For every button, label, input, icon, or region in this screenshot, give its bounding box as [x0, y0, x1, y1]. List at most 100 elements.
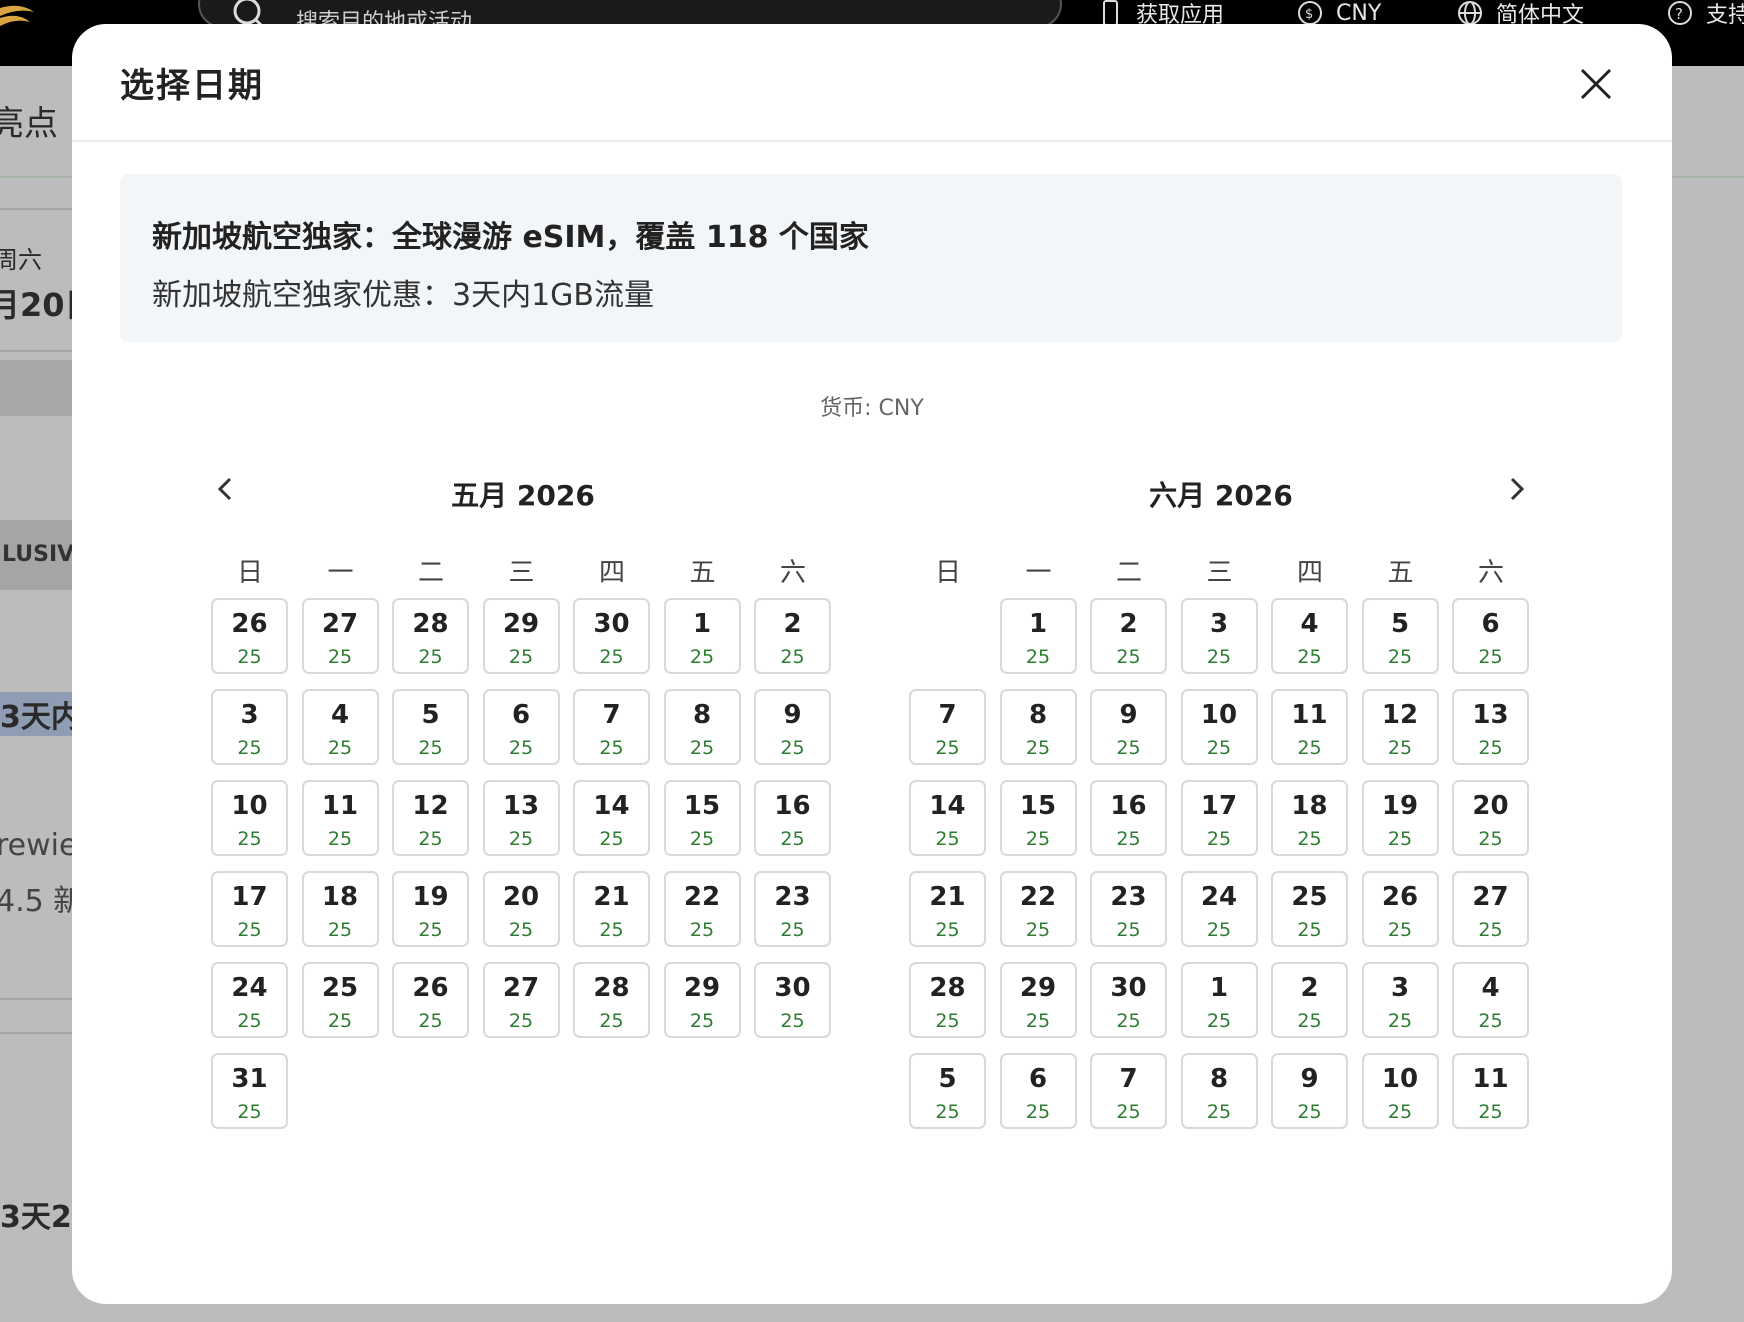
date-cell[interactable]: 18 25	[1271, 780, 1348, 856]
date-price: 25	[1025, 828, 1051, 850]
date-cell[interactable]: 29 25	[663, 962, 741, 1038]
date-price: 25	[1478, 919, 1503, 941]
date-cell[interactable]: 8 25	[663, 689, 741, 765]
date-price: 25	[689, 919, 715, 941]
date-cell[interactable]: 11 25	[1452, 1053, 1529, 1129]
date-cell[interactable]: 13 25	[482, 780, 560, 856]
date-cell[interactable]: 6 25	[999, 1053, 1077, 1129]
date-cell[interactable]: 22 25	[663, 871, 741, 947]
date-cell[interactable]: 20 25	[482, 871, 560, 947]
date-cell[interactable]: 28 25	[909, 962, 986, 1038]
date-cell[interactable]: 29 25	[999, 962, 1077, 1038]
date-number: 27	[502, 973, 540, 1003]
prev-month-chevron-left-icon[interactable]	[208, 472, 242, 506]
date-cell[interactable]: 5 25	[1361, 598, 1439, 674]
date-cell[interactable]: 11 25	[301, 780, 379, 856]
support-link[interactable]: ? 支持	[1666, 0, 1744, 28]
date-cell[interactable]: 12 25	[1361, 689, 1439, 765]
date-price: 25	[237, 737, 262, 759]
date-cell[interactable]: 7 25	[1090, 1053, 1167, 1129]
date-cell[interactable]: 25 25	[301, 962, 379, 1038]
date-cell[interactable]: 23 25	[754, 871, 831, 947]
date-cell[interactable]: 7 25	[573, 689, 650, 765]
bg-plan-title: 3天2	[0, 1200, 72, 1235]
date-cell[interactable]: 4 25	[1271, 598, 1348, 674]
date-cell[interactable]: 4 25	[1452, 962, 1529, 1038]
date-cell[interactable]: 30 25	[754, 962, 831, 1038]
date-price: 25	[1206, 646, 1232, 668]
date-cell[interactable]: 14 25	[573, 780, 650, 856]
date-cell[interactable]: 13 25	[1452, 689, 1529, 765]
date-cell[interactable]: 26 25	[211, 598, 288, 674]
date-price: 25	[508, 737, 534, 759]
date-cell[interactable]: 1 25	[999, 598, 1077, 674]
date-cell[interactable]: 27 25	[301, 598, 379, 674]
date-cell[interactable]: 29 25	[482, 598, 560, 674]
date-number: 1	[692, 609, 712, 639]
date-cell[interactable]: 18 25	[301, 871, 379, 947]
date-cell[interactable]: 24 25	[211, 962, 288, 1038]
date-cell[interactable]: 1 25	[663, 598, 741, 674]
date-cell[interactable]: 2 25	[1271, 962, 1348, 1038]
date-cell[interactable]: 23 25	[1090, 871, 1167, 947]
date-cell[interactable]: 30 25	[1090, 962, 1167, 1038]
date-cell[interactable]: 8 25	[1180, 1053, 1258, 1129]
date-cell[interactable]: 26 25	[392, 962, 469, 1038]
date-cell[interactable]: 14 25	[909, 780, 986, 856]
date-cell[interactable]: 25 25	[1271, 871, 1348, 947]
date-cell[interactable]: 2 25	[754, 598, 831, 674]
date-price: 25	[1025, 737, 1051, 759]
date-cell[interactable]: 27 25	[1452, 871, 1529, 947]
date-price: 25	[1478, 1010, 1503, 1032]
date-cell[interactable]: 24 25	[1180, 871, 1258, 947]
date-cell[interactable]: 10 25	[1180, 689, 1258, 765]
bg-plan-title: 3天内	[0, 692, 81, 736]
date-price: 25	[689, 828, 715, 850]
date-cell[interactable]: 21 25	[573, 871, 650, 947]
date-cell[interactable]: 9 25	[1271, 1053, 1348, 1129]
date-cell[interactable]: 10 25	[1361, 1053, 1439, 1129]
date-cell[interactable]: 31 25	[211, 1053, 288, 1129]
date-cell[interactable]: 30 25	[573, 598, 650, 674]
date-cell[interactable]: 15 25	[999, 780, 1077, 856]
date-cell[interactable]: 16 25	[754, 780, 831, 856]
date-cell[interactable]: 19 25	[392, 871, 469, 947]
date-cell[interactable]: 10 25	[211, 780, 288, 856]
date-cell[interactable]: 6 25	[482, 689, 560, 765]
date-cell[interactable]: 21 25	[909, 871, 986, 947]
date-cell[interactable]: 20 25	[1452, 780, 1529, 856]
date-price: 25	[689, 737, 715, 759]
date-cell[interactable]: 15 25	[663, 780, 741, 856]
date-cell[interactable]: 7 25	[909, 689, 986, 765]
date-cell[interactable]: 26 25	[1361, 871, 1439, 947]
date-cell[interactable]: 6 25	[1452, 598, 1529, 674]
date-cell[interactable]: 3 25	[211, 689, 288, 765]
date-cell[interactable]: 2 25	[1090, 598, 1167, 674]
date-cell[interactable]: 9 25	[1090, 689, 1167, 765]
date-number: 11	[1291, 700, 1328, 730]
airline-logo[interactable]	[0, 2, 40, 30]
date-cell[interactable]: 22 25	[999, 871, 1077, 947]
date-cell[interactable]: 28 25	[392, 598, 469, 674]
date-cell[interactable]: 28 25	[573, 962, 650, 1038]
date-cell[interactable]: 17 25	[1180, 780, 1258, 856]
next-month-chevron-right-icon[interactable]	[1500, 472, 1534, 506]
date-cell[interactable]: 4 25	[301, 689, 379, 765]
date-cell[interactable]: 3 25	[1361, 962, 1439, 1038]
date-cell[interactable]: 27 25	[482, 962, 560, 1038]
date-cell[interactable]: 5 25	[392, 689, 469, 765]
date-price: 25	[418, 646, 443, 668]
date-number: 3	[240, 700, 259, 730]
close-icon[interactable]	[1572, 60, 1620, 108]
date-cell[interactable]: 9 25	[754, 689, 831, 765]
date-cell[interactable]: 16 25	[1090, 780, 1167, 856]
date-cell[interactable]: 12 25	[392, 780, 469, 856]
date-cell[interactable]: 11 25	[1271, 689, 1348, 765]
date-cell[interactable]: 5 25	[909, 1053, 986, 1129]
date-cell[interactable]: 1 25	[1180, 962, 1258, 1038]
weekday-label: 六	[1477, 558, 1504, 588]
date-cell[interactable]: 19 25	[1361, 780, 1439, 856]
date-cell[interactable]: 3 25	[1180, 598, 1258, 674]
date-cell[interactable]: 8 25	[999, 689, 1077, 765]
date-cell[interactable]: 17 25	[211, 871, 288, 947]
